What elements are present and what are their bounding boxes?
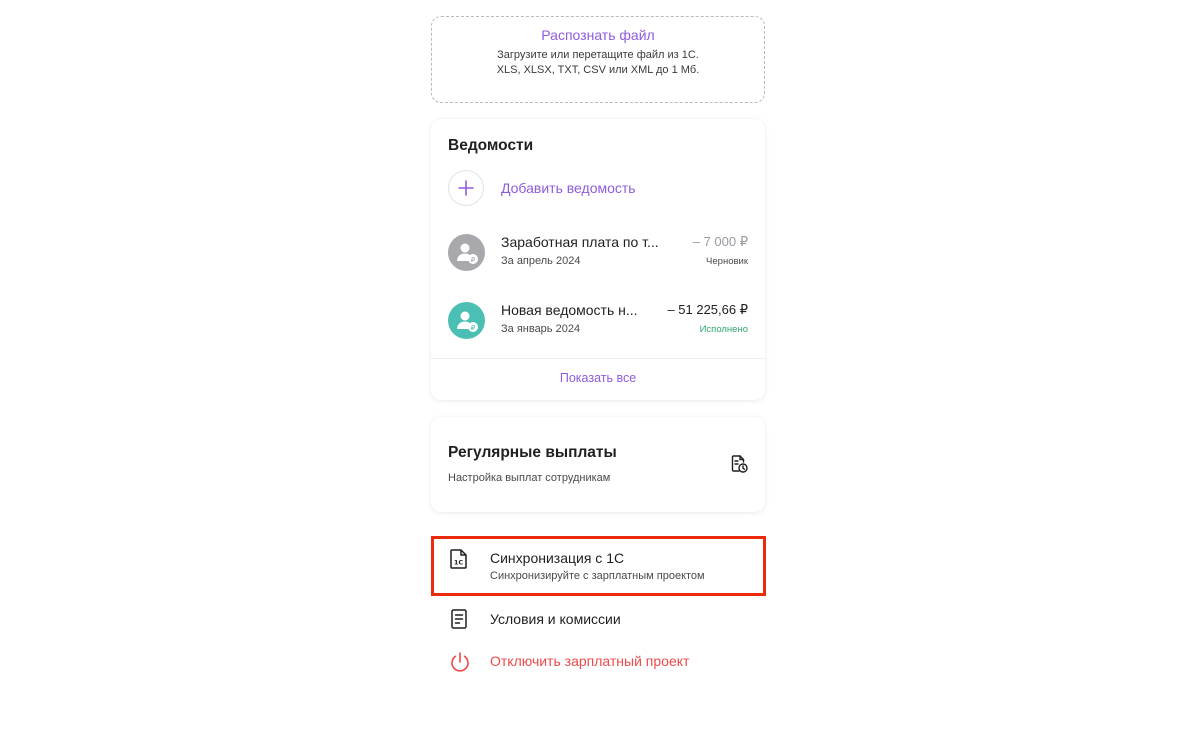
statement-name: Новая ведомость н... — [501, 302, 638, 318]
employee-ruble-icon: ₽ — [448, 302, 485, 339]
statement-period: За январь 2024 — [501, 323, 581, 335]
power-icon — [449, 650, 471, 679]
statement-amount: – 51 225,66 ₽ — [667, 302, 748, 317]
regular-payments-title: Регулярные выплаты — [448, 444, 617, 461]
divider — [431, 358, 765, 359]
statement-amount: – 7 000 ₽ — [692, 234, 748, 249]
statement-status: Исполнено — [699, 324, 748, 335]
sync-1c-subtitle: Синхронизируйте с зарплатным проектом — [490, 570, 705, 582]
statement-status: Черновик — [706, 256, 748, 267]
statement-period: За апрель 2024 — [501, 255, 581, 267]
upload-hint: Загрузите или перетащите файл из 1С. XLS… — [496, 49, 700, 76]
sync-1c-label: Синхронизация с 1С — [490, 550, 625, 566]
svg-text:₽: ₽ — [471, 256, 476, 264]
disable-salary-project-item[interactable]: Отключить зарплатный проект — [431, 646, 765, 676]
terms-commissions-item[interactable]: Условия и комиссии — [431, 604, 765, 634]
regular-payments-card[interactable]: Регулярные выплаты Настройка выплат сотр… — [431, 417, 765, 512]
add-statement-button[interactable]: Добавить ведомость — [448, 170, 636, 206]
document-lines-icon — [449, 608, 469, 635]
svg-text:1С: 1С — [454, 559, 464, 567]
statement-item[interactable]: ₽ Заработная плата по т... За апрель 202… — [448, 232, 748, 272]
document-clock-icon — [729, 454, 749, 474]
sync-1c-item[interactable]: 1С Синхронизация с 1С Синхронизируйте с … — [431, 540, 765, 592]
show-all-link[interactable]: Показать все — [431, 371, 765, 385]
add-statement-label: Добавить ведомость — [501, 180, 636, 196]
file-1c-icon: 1С — [449, 548, 469, 575]
regular-payments-subtitle: Настройка выплат сотрудникам — [448, 472, 611, 484]
employee-ruble-icon: ₽ — [448, 234, 485, 271]
svg-text:₽: ₽ — [471, 324, 476, 332]
plus-icon — [448, 170, 484, 206]
file-upload-zone[interactable]: Распознать файл Загрузите или перетащите… — [431, 16, 765, 103]
terms-commissions-label: Условия и комиссии — [490, 611, 621, 627]
statements-title: Ведомости — [448, 137, 534, 154]
statement-item[interactable]: ₽ Новая ведомость н... За январь 2024 – … — [448, 300, 748, 340]
statement-name: Заработная плата по т... — [501, 234, 659, 250]
statements-card: Ведомости Добавить ведомость ₽ Заработна… — [431, 119, 765, 400]
upload-title[interactable]: Распознать файл — [432, 27, 764, 43]
disable-salary-project-label: Отключить зарплатный проект — [490, 653, 690, 669]
